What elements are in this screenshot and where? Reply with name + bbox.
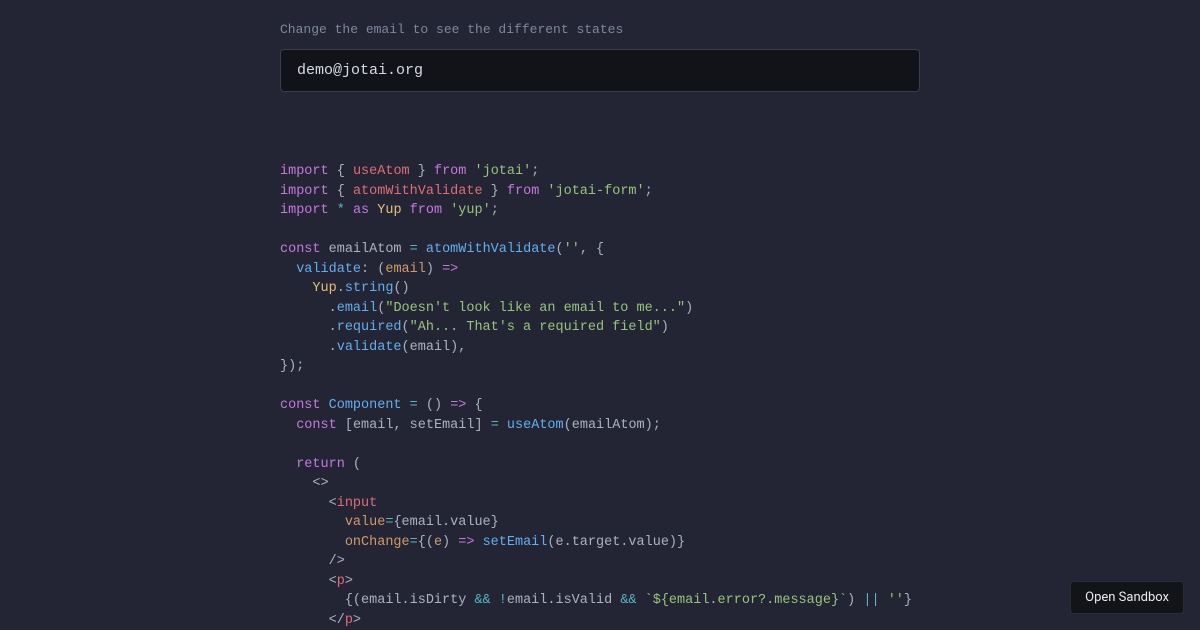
code-pre: import { useAtom } from 'jotai'; import … [280,162,920,630]
open-sandbox-button[interactable]: Open Sandbox [1070,581,1184,614]
code-example: import { useAtom } from 'jotai'; import … [280,162,920,630]
email-input[interactable] [280,49,920,92]
instruction-text: Change the email to see the different st… [280,22,920,37]
